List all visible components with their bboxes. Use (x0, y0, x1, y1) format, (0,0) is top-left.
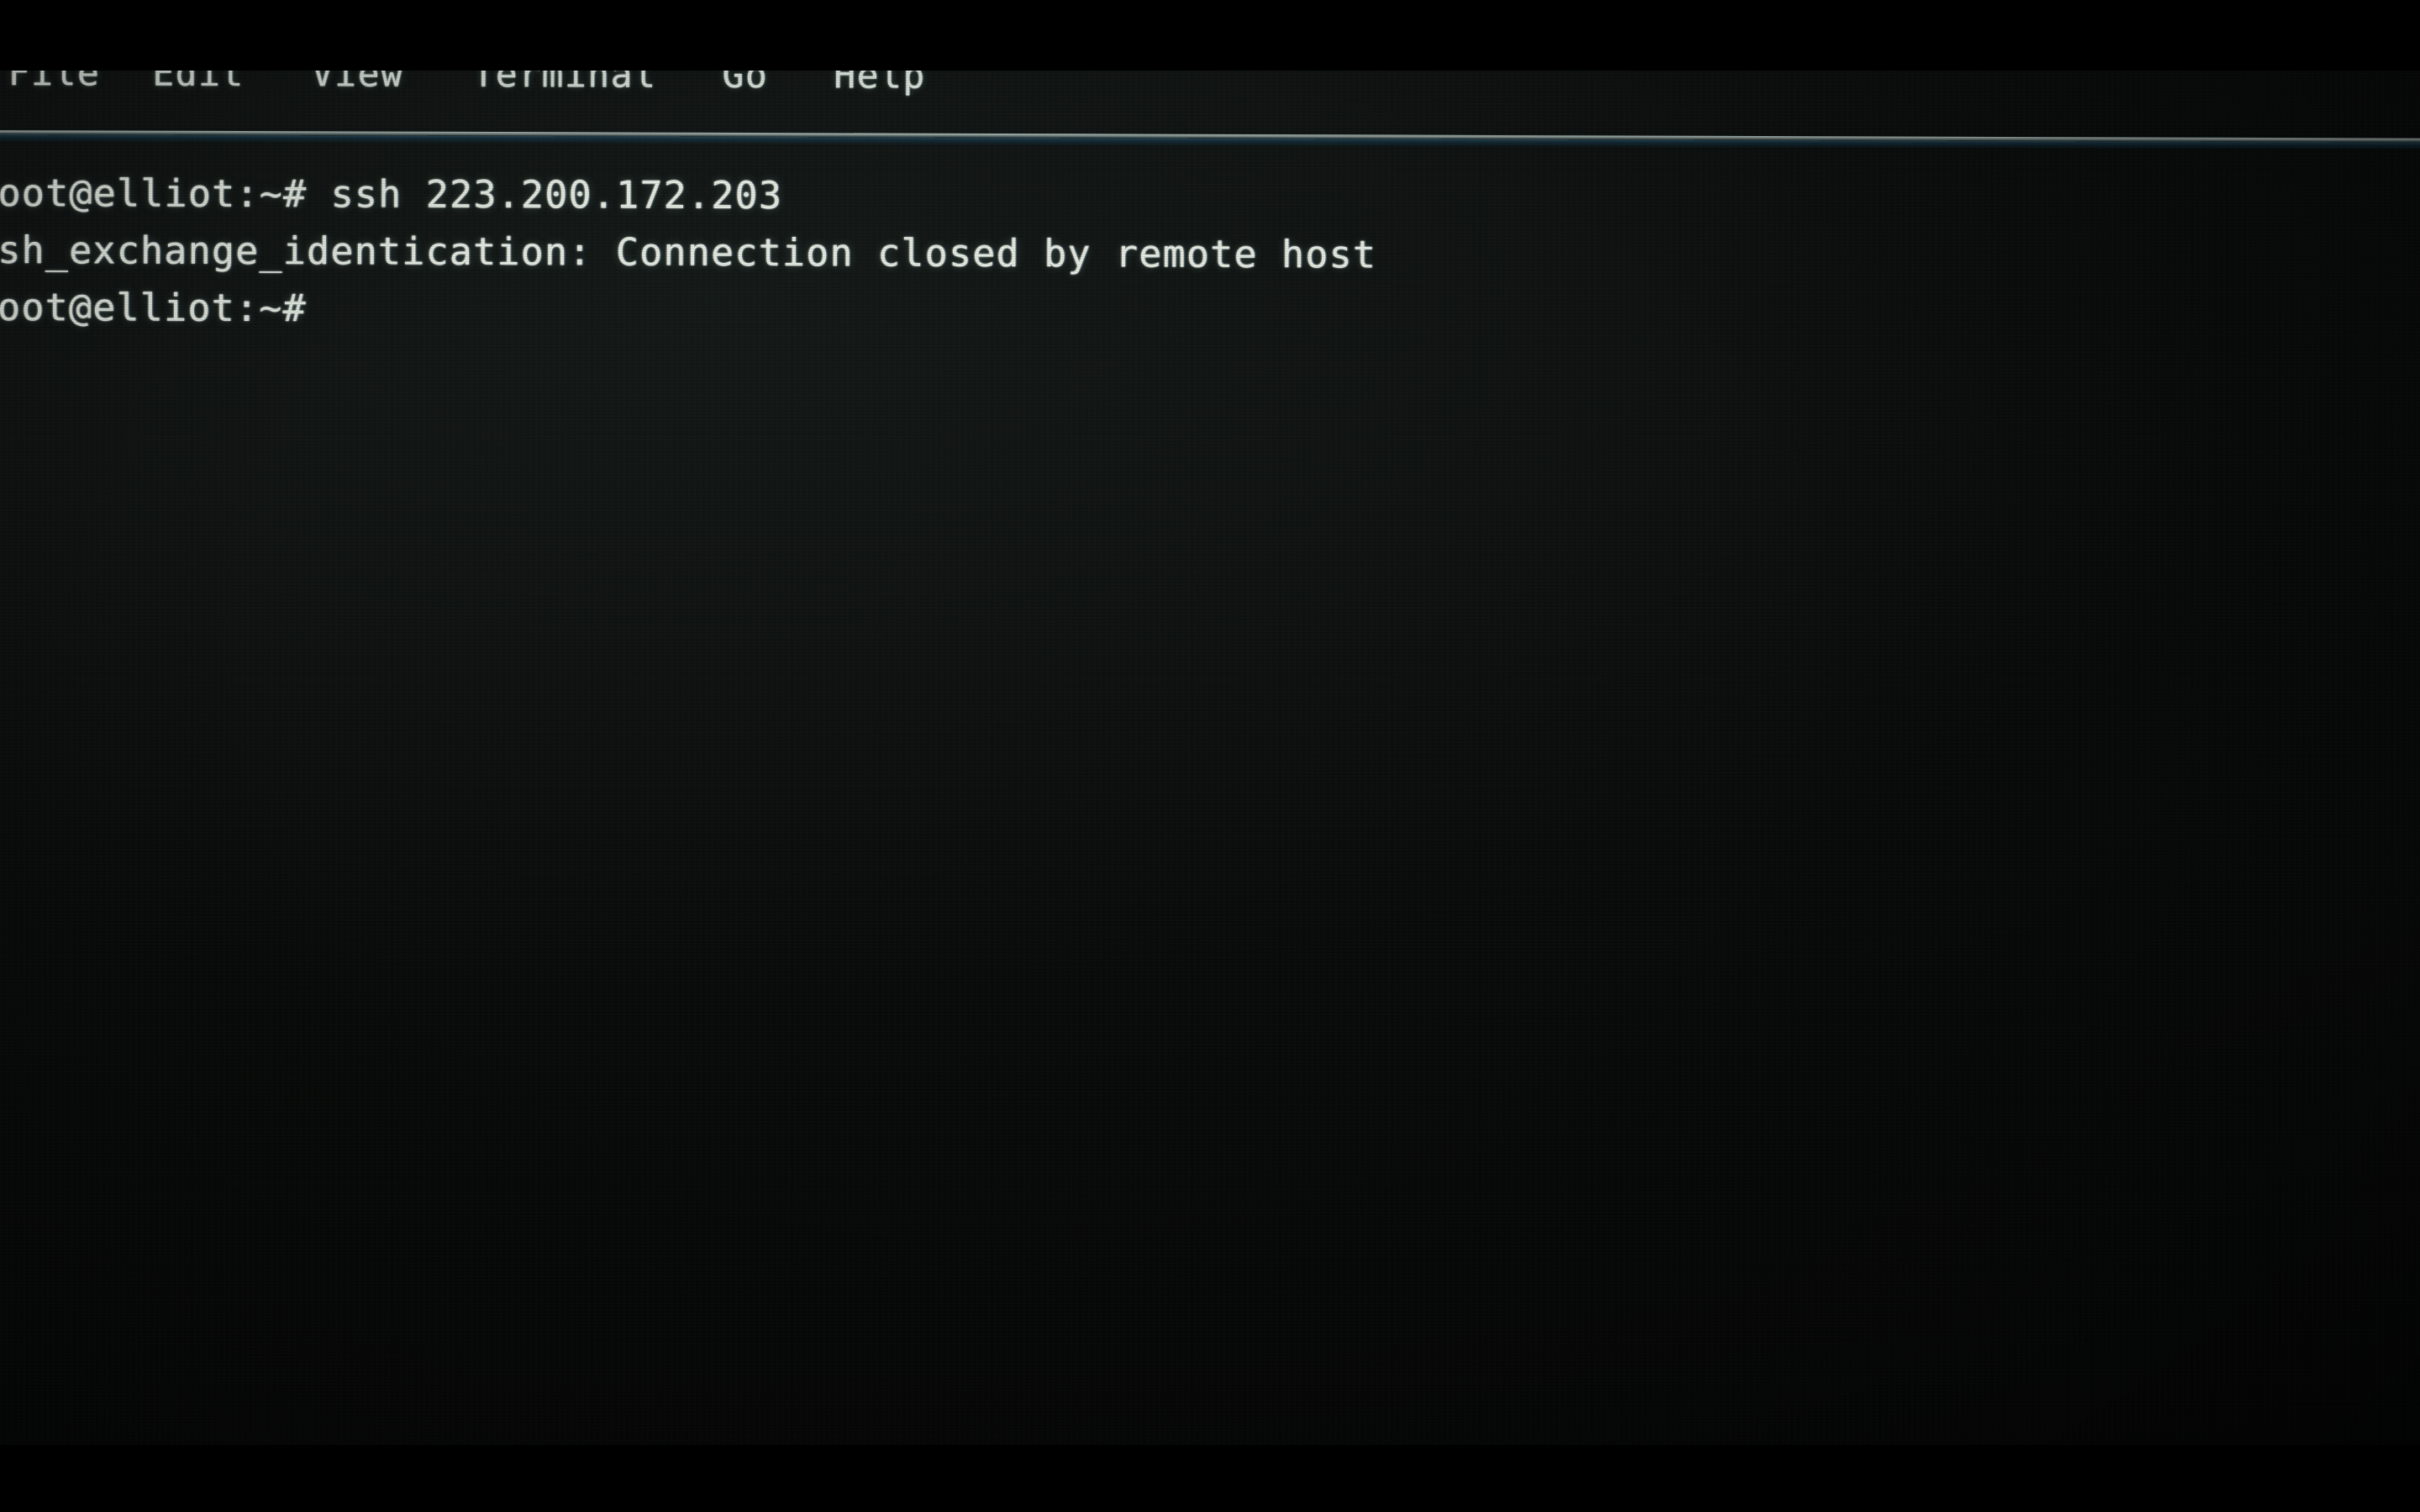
terminal-window: File Edit View Terminal Go Help root@ell… (0, 0, 2420, 1512)
terminal-output[interactable]: root@elliot:~# ssh 223.200.172.203 ssh_e… (0, 165, 2411, 344)
screen-content: File Edit View Terminal Go Help root@ell… (0, 0, 2420, 1512)
letterbox-top (0, 0, 2420, 71)
terminal-line-command: root@elliot:~# ssh 223.200.172.203 (0, 170, 783, 218)
terminal-line-prompt: root@elliot:~# (0, 284, 307, 331)
terminal-line-error: ssh_exchange_identication: Connection cl… (0, 227, 1377, 277)
letterbox-bottom (0, 1445, 2420, 1512)
